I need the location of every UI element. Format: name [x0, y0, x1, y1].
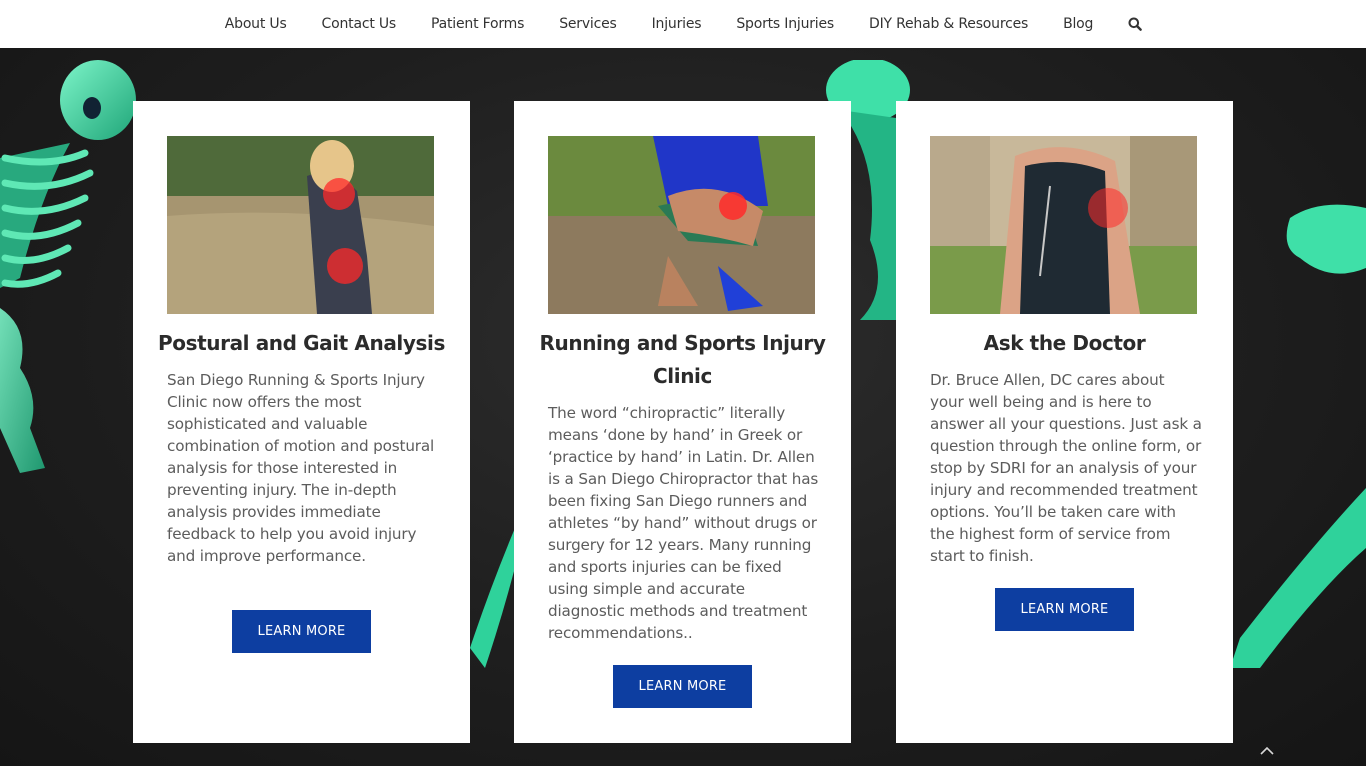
- top-navigation: About Us Contact Us Patient Forms Servic…: [0, 0, 1366, 48]
- card-description: The word “chiropractic” literally means …: [548, 404, 819, 642]
- nav-item-contact-us[interactable]: Contact Us: [304, 16, 413, 32]
- card-title: Running and Sports Injury Clinic: [539, 331, 826, 388]
- card-image-runner-back-pain: [167, 136, 434, 314]
- card-image-runner-knee-pain: [548, 136, 815, 314]
- search-icon[interactable]: [1111, 17, 1159, 31]
- chevron-up-icon[interactable]: [1256, 740, 1278, 760]
- card-title: Ask the Doctor: [983, 331, 1146, 355]
- nav-item-about-us[interactable]: About Us: [207, 16, 304, 32]
- nav-item-injuries[interactable]: Injuries: [634, 16, 719, 32]
- right-skeleton-image: [1230, 204, 1366, 668]
- nav-item-patient-forms[interactable]: Patient Forms: [414, 16, 542, 32]
- nav-menu: About Us Contact Us Patient Forms Servic…: [207, 16, 1158, 32]
- card-description: Dr. Bruce Allen, DC cares about your wel…: [930, 371, 1202, 565]
- service-card-ask-doctor: Ask the Doctor Dr. Bruce Allen, DC cares…: [896, 101, 1233, 743]
- learn-more-button[interactable]: LEARN MORE: [232, 610, 371, 653]
- service-card-running-sports-injury: Running and Sports Injury Clinic The wor…: [514, 101, 851, 743]
- nav-item-blog[interactable]: Blog: [1046, 16, 1111, 32]
- left-skeleton-image: [0, 60, 136, 473]
- nav-item-services[interactable]: Services: [542, 16, 634, 32]
- nav-item-diy-rehab[interactable]: DIY Rehab & Resources: [852, 16, 1046, 32]
- service-card-postural-gait: Postural and Gait Analysis San Diego Run…: [133, 101, 470, 743]
- card-description: San Diego Running & Sports Injury Clinic…: [167, 371, 435, 565]
- card-title: Postural and Gait Analysis: [158, 331, 445, 355]
- nav-item-sports-injuries[interactable]: Sports Injuries: [719, 16, 852, 32]
- learn-more-button[interactable]: LEARN MORE: [613, 665, 752, 708]
- card-image-shoulder-pain: [930, 136, 1197, 314]
- learn-more-button[interactable]: LEARN MORE: [995, 588, 1134, 631]
